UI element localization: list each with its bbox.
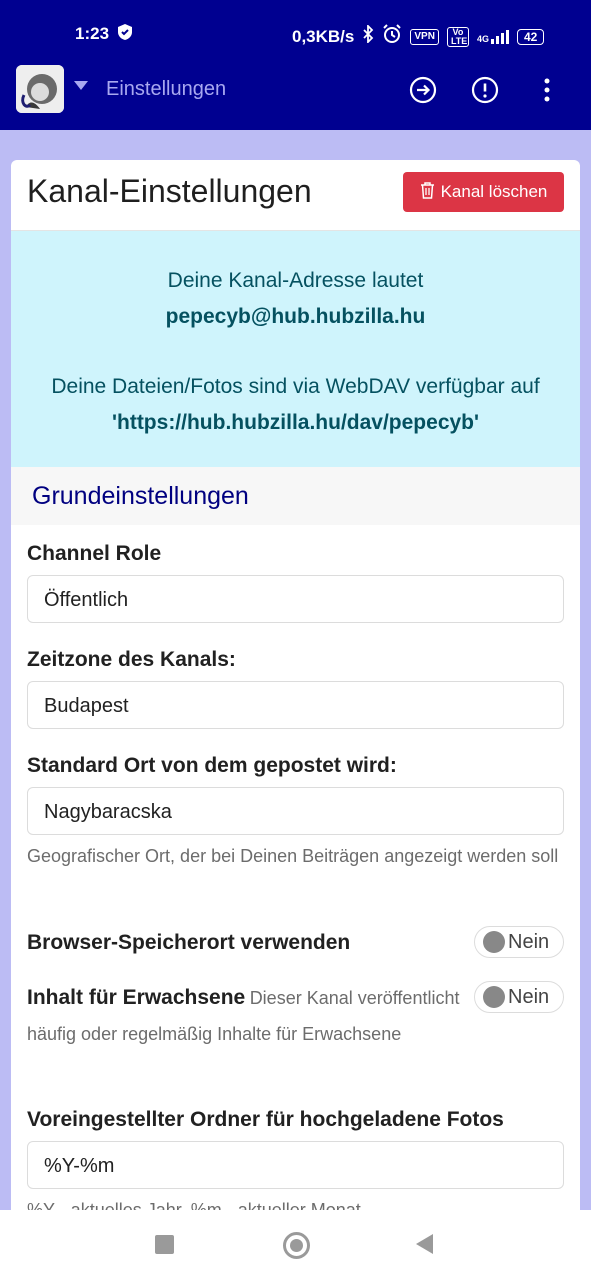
adult-content-text: Inhalt für Erwachsene Dieser Kanal veröf… (27, 980, 467, 1053)
delete-channel-button[interactable]: Kanal löschen (403, 172, 564, 212)
alert-icon[interactable] (471, 76, 499, 104)
location-label: Standard Ort von dem gepostet wird: (27, 754, 397, 777)
alarm-icon (382, 24, 402, 49)
volte-badge: Vo LTE (446, 26, 469, 47)
status-bar: 1:23 0,3KB/s VPN Vo LTE 4G 42 (0, 0, 591, 64)
browser-location-toggle-label: Nein (508, 930, 550, 953)
role-label: Channel Role (27, 542, 162, 565)
photo-folder-label: Voreingestellter Ordner für hochgeladene… (27, 1108, 504, 1131)
app-bar: Einstellungen (0, 64, 591, 130)
status-indicators: 0,3KB/s VPN Vo LTE 4G 42 (292, 23, 545, 49)
toggle-knob (483, 986, 505, 1008)
network-type: 4G (476, 33, 489, 44)
trash-icon (420, 181, 435, 204)
browser-location-toggle[interactable]: Nein (474, 926, 564, 958)
back-icon[interactable] (416, 1234, 433, 1254)
channel-info-box: Deine Kanal-Adresse lautet pepecyb@hub.h… (11, 231, 580, 467)
signal-icon: 4G (476, 29, 509, 44)
adult-content-label: Inhalt für Erwachsene (27, 986, 246, 1009)
avatar[interactable] (16, 65, 64, 113)
timezone-field: Zeitzone des Kanals: Budapest (27, 648, 564, 729)
photo-folder-input[interactable]: %Y-%m (27, 1141, 564, 1189)
recent-apps-icon[interactable] (155, 1235, 174, 1254)
role-field: Channel Role Öffentlich (27, 542, 564, 623)
delete-channel-label: Kanal löschen (440, 182, 548, 201)
bluetooth-icon (362, 23, 374, 48)
app-title[interactable]: Einstellungen (106, 78, 226, 101)
webdav-url: 'https://hub.hubzilla.hu/dav/pepecyb' (112, 411, 479, 434)
battery-icon: 42 (516, 28, 545, 45)
webdav-intro: Deine Dateien/Fotos sind via WebDAV verf… (51, 375, 540, 398)
page-title: Kanal-Einstellungen (27, 173, 312, 209)
home-icon[interactable] (283, 1232, 310, 1259)
card-header: Kanal-Einstellungen Kanal löschen (11, 160, 580, 231)
timezone-label: Zeitzone des Kanals: (27, 648, 236, 671)
timezone-select[interactable]: Budapest (27, 681, 564, 729)
battery-level: 42 (523, 29, 538, 44)
adult-content-field: Inhalt für Erwachsene Dieser Kanal veröf… (27, 980, 564, 1053)
more-options-icon[interactable] (533, 76, 561, 104)
settings-card: Kanal-Einstellungen Kanal löschen Deine … (11, 160, 580, 1280)
status-time: 1:23 (75, 24, 110, 43)
adult-content-toggle[interactable]: Nein (474, 981, 564, 1013)
channel-address: pepecyb@hub.hubzilla.hu (165, 305, 426, 328)
chevron-down-icon[interactable] (74, 81, 88, 90)
browser-location-field: Browser-Speicherort verwenden Nein (27, 926, 564, 960)
toggle-knob (483, 931, 505, 953)
section-basic-settings: Grundeinstellungen (11, 467, 580, 525)
shield-icon (117, 23, 133, 46)
system-nav-bar (0, 1210, 591, 1280)
vpn-badge: VPN (410, 28, 439, 45)
logout-icon[interactable] (409, 76, 437, 104)
role-select[interactable]: Öffentlich (27, 575, 564, 623)
location-input[interactable]: Nagybaracska (27, 787, 564, 835)
address-intro: Deine Kanal-Adresse lautet (167, 269, 424, 292)
location-field: Standard Ort von dem gepostet wird: Nagy… (27, 754, 564, 873)
net-speed: 0,3KB/s (292, 26, 355, 46)
location-help: Geografischer Ort, der bei Deinen Beiträ… (27, 846, 559, 866)
adult-content-toggle-label: Nein (508, 985, 550, 1008)
